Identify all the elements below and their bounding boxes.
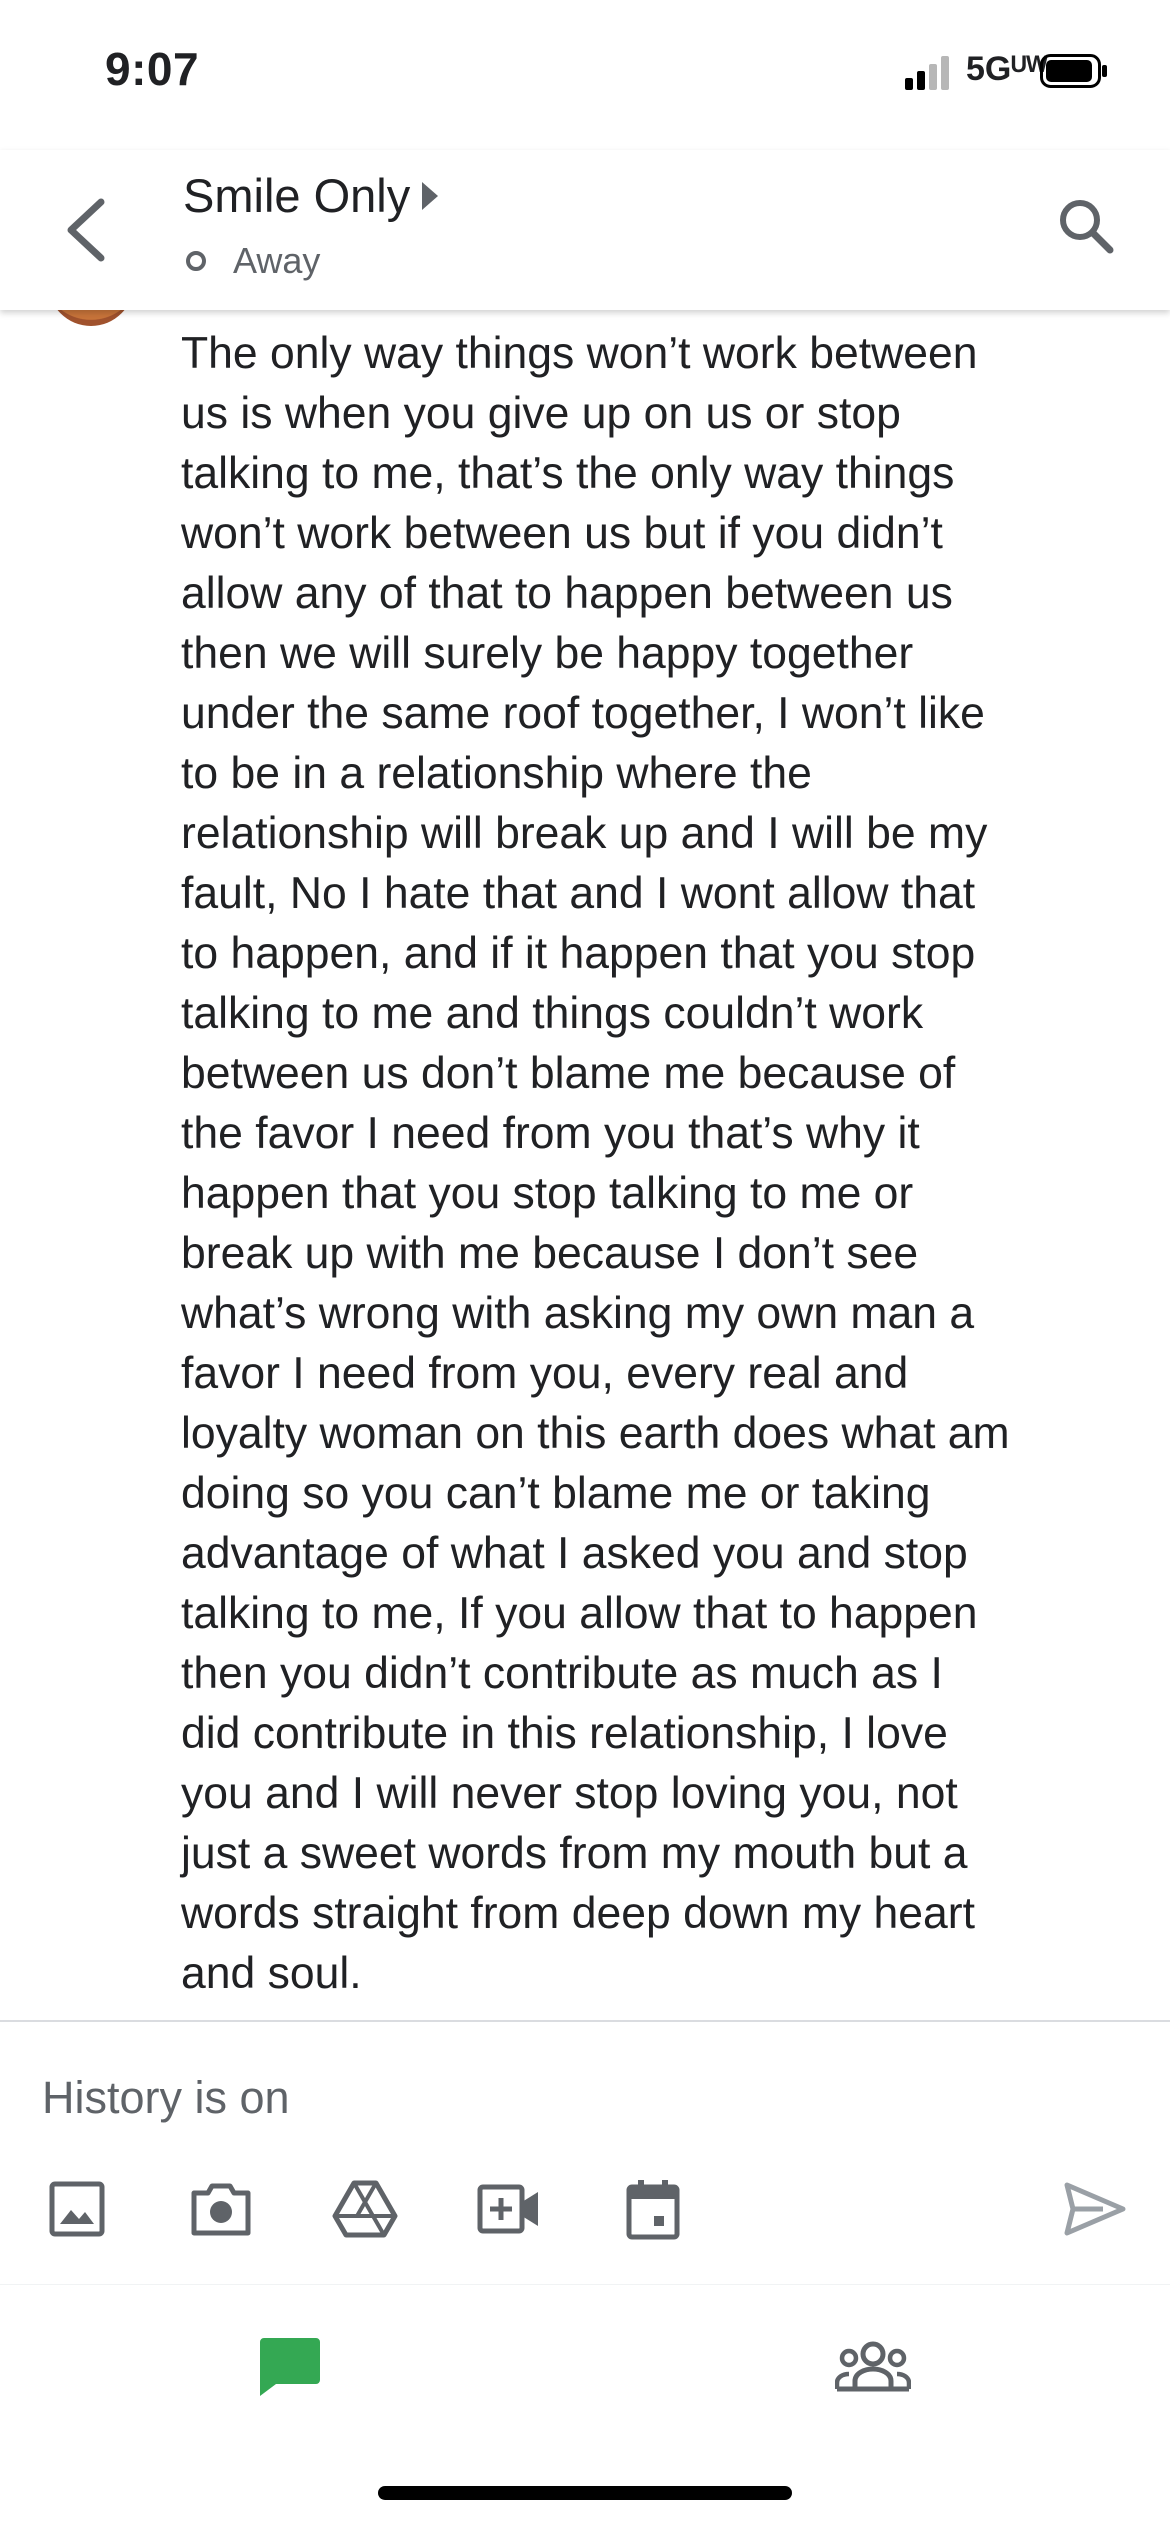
nav-chat-tab[interactable]	[250, 2327, 330, 2407]
presence-text: Away	[233, 240, 321, 281]
insert-image-button[interactable]	[42, 2174, 112, 2244]
chat-header: Smile Only Away	[0, 150, 1170, 310]
sender-avatar[interactable]	[48, 310, 134, 326]
rooms-icon	[835, 2341, 911, 2392]
back-arrow-icon	[67, 198, 105, 262]
search-button[interactable]	[1050, 190, 1122, 262]
presence-status: Away	[186, 240, 320, 282]
message-body: The only way things won’t work between u…	[181, 329, 1010, 1998]
presence-dot-icon	[186, 251, 206, 271]
drive-icon	[332, 2180, 398, 2238]
contact-title[interactable]: Smile Only	[183, 168, 440, 223]
chat-icon	[260, 2338, 320, 2396]
signal-strength-icon	[905, 56, 949, 90]
drive-button[interactable]	[330, 2174, 400, 2244]
network-type: 5Gᵁᵂ	[966, 50, 1048, 88]
calendar-icon	[626, 2180, 680, 2240]
status-bar: 9:07 5Gᵁᵂ	[0, 0, 1170, 150]
send-button[interactable]	[1060, 2174, 1130, 2244]
image-icon	[49, 2181, 105, 2237]
back-button[interactable]	[50, 190, 120, 270]
status-time: 9:07	[105, 43, 200, 95]
home-indicator[interactable]	[378, 2486, 792, 2500]
chat-screen: 9:07 5Gᵁᵂ Smile Only Away The only way t…	[0, 0, 1170, 2532]
calendar-button[interactable]	[618, 2174, 688, 2244]
camera-icon	[191, 2183, 251, 2236]
nav-rooms-tab[interactable]	[833, 2327, 913, 2407]
camera-button[interactable]	[186, 2174, 256, 2244]
caret-right-icon	[422, 181, 439, 210]
contact-name: Smile Only	[183, 169, 411, 222]
battery-icon	[1040, 54, 1107, 88]
send-icon	[1064, 2182, 1126, 2236]
message-composer: History is on	[0, 2022, 1170, 2282]
video-call-button[interactable]	[474, 2174, 544, 2244]
message-input[interactable]: History is on	[42, 2072, 290, 2124]
message-list[interactable]: The only way things won’t work between u…	[0, 310, 1170, 2020]
search-icon	[1060, 200, 1114, 254]
video-call-icon	[477, 2184, 538, 2234]
